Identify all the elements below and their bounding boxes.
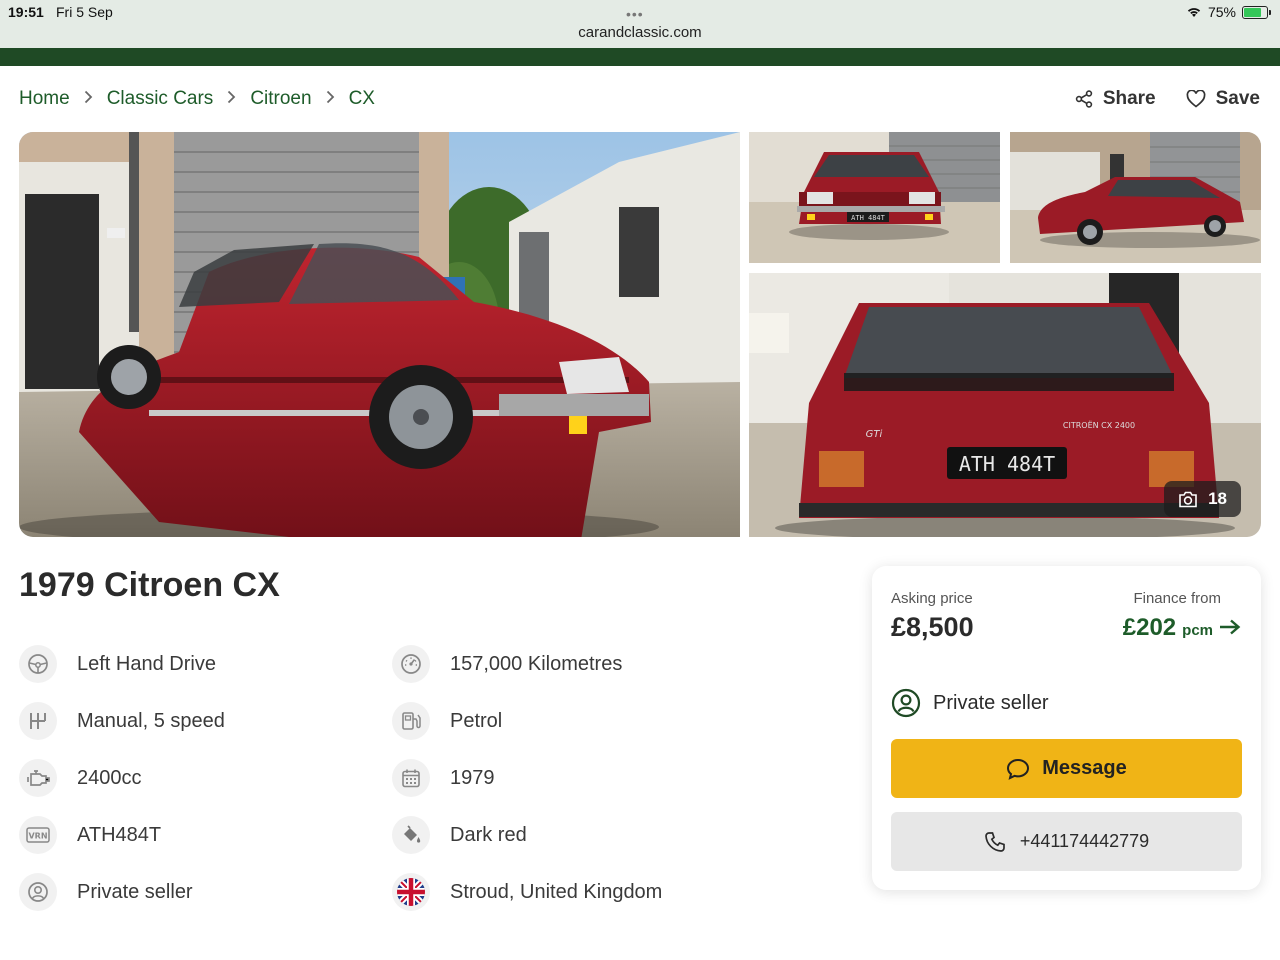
- uk-flag-icon: [392, 873, 430, 911]
- wifi-icon: [1187, 8, 1201, 17]
- message-label: Message: [1042, 757, 1127, 779]
- save-label: Save: [1215, 88, 1260, 109]
- gallery-photo-front[interactable]: ATH 484T: [749, 132, 1000, 263]
- share-label: Share: [1102, 88, 1156, 109]
- calendar-icon: [392, 759, 430, 797]
- steering-wheel-icon: [19, 645, 57, 683]
- asking-price-label: Asking price: [891, 590, 973, 607]
- chevron-right-icon: [227, 90, 236, 109]
- save-button[interactable]: Save: [1186, 88, 1260, 110]
- spec-label: 2400cc: [77, 766, 142, 789]
- spec-item: Private seller: [19, 873, 193, 911]
- gallery-photo-rear[interactable]: ATH 484T CITROËN CX 2400 GTi 18: [749, 273, 1261, 537]
- breadcrumb-cx[interactable]: CX: [349, 88, 375, 110]
- spec-label: 157,000 Kilometres: [450, 652, 623, 675]
- seller-info: Private seller: [891, 688, 1049, 718]
- listing-actions: Share Save: [1075, 88, 1260, 110]
- main-photo[interactable]: [19, 132, 740, 537]
- share-button[interactable]: Share: [1075, 88, 1156, 110]
- rear-badge-model: CITROËN CX 2400: [1063, 420, 1135, 430]
- battery-percent: 75%: [1207, 4, 1236, 20]
- breadcrumb-classic-cars[interactable]: Classic Cars: [107, 88, 214, 110]
- spec-label: Left Hand Drive: [77, 652, 216, 675]
- status-bar: 19:51 Fri 5 Sep ••• carandclassic.com 75…: [0, 0, 1280, 48]
- status-date: Fri 5 Sep: [56, 4, 113, 20]
- photo-gallery: ATH 484T ATH 484T CITROËN CX 2400 GTi 18: [19, 132, 1261, 537]
- phone-button[interactable]: +441174442779: [891, 812, 1242, 871]
- spec-label: ATH484T: [77, 823, 162, 846]
- spec-item: 1979: [392, 759, 495, 797]
- spec-label: Stroud, United Kingdom: [450, 880, 663, 903]
- spec-item: Petrol: [392, 702, 502, 740]
- photo-count-badge[interactable]: 18: [1164, 481, 1241, 517]
- price-card: Asking price £8,500 Finance from £202 pc…: [872, 566, 1261, 890]
- spec-item: 157,000 Kilometres: [392, 645, 622, 683]
- spec-item: Manual, 5 speed: [19, 702, 225, 740]
- browser-url[interactable]: carandclassic.com: [0, 24, 1280, 41]
- front-plate: ATH 484T: [851, 214, 886, 222]
- finance-unit: pcm: [1182, 622, 1213, 639]
- spec-label: Manual, 5 speed: [77, 709, 225, 732]
- spec-label: Dark red: [450, 823, 527, 846]
- listing-title: 1979 Citroen CX: [19, 566, 280, 604]
- share-icon: [1075, 90, 1093, 108]
- phone-number: +441174442779: [1019, 831, 1150, 851]
- registration-vrn-icon: VRN: [19, 816, 57, 854]
- spec-label: Private seller: [77, 880, 193, 903]
- spec-item: Stroud, United Kingdom: [392, 873, 662, 911]
- person-icon: [891, 688, 921, 718]
- rear-plate: ATH 484T: [959, 452, 1055, 476]
- finance-label: Finance from: [1133, 590, 1221, 607]
- person-icon: [19, 873, 57, 911]
- heart-icon: [1186, 90, 1206, 108]
- breadcrumb-citroen[interactable]: Citroen: [250, 88, 311, 110]
- breadcrumb: Home Classic Cars Citroen CX: [19, 88, 375, 110]
- spec-item: VRN ATH484T: [19, 816, 161, 854]
- engine-icon: [19, 759, 57, 797]
- finance-link[interactable]: £202 pcm: [1123, 614, 1241, 642]
- gallery-photo-side[interactable]: [1010, 132, 1261, 263]
- rear-badge-trim: GTi: [866, 429, 883, 440]
- seller-type: Private seller: [933, 691, 1049, 714]
- spec-item: Dark red: [392, 816, 527, 854]
- spec-label: Petrol: [450, 709, 503, 732]
- asking-price: £8,500: [891, 612, 974, 642]
- svg-text:VRN: VRN: [28, 832, 47, 841]
- chevron-right-icon: [326, 90, 335, 109]
- odometer-icon: [392, 645, 430, 683]
- breadcrumb-home[interactable]: Home: [19, 88, 70, 110]
- phone-icon: [984, 831, 1005, 852]
- camera-icon: [1179, 491, 1197, 507]
- spec-item: 2400cc: [19, 759, 142, 797]
- browser-more-dots-icon[interactable]: •••: [626, 6, 644, 22]
- chevron-right-icon: [84, 90, 93, 109]
- status-right: 75%: [1186, 4, 1271, 20]
- spec-label: 1979: [450, 766, 495, 789]
- photo-count: 18: [1208, 489, 1227, 508]
- message-button[interactable]: Message: [891, 739, 1242, 798]
- site-header: [0, 48, 1280, 66]
- spec-item: Left Hand Drive: [19, 645, 216, 683]
- status-time: 19:51: [8, 4, 44, 20]
- finance-amount: £202: [1122, 614, 1177, 641]
- fuel-pump-icon: [392, 702, 430, 740]
- chat-bubble-icon: [1007, 758, 1030, 780]
- arrow-right-icon: [1220, 619, 1241, 635]
- paint-bucket-icon: [392, 816, 430, 854]
- battery-icon: [1242, 5, 1271, 19]
- gearbox-icon: [19, 702, 57, 740]
